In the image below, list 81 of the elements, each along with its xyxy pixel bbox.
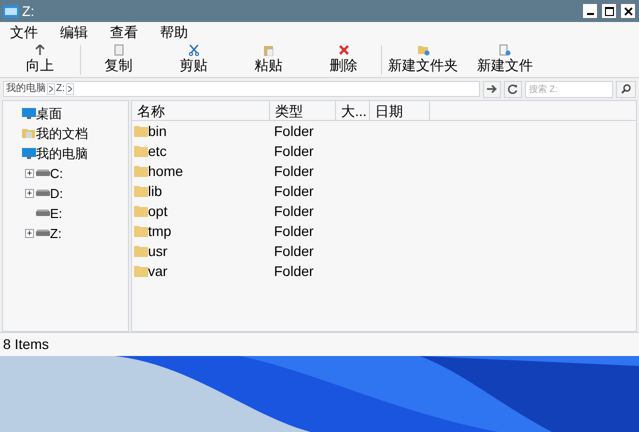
x-icon [338,44,350,56]
folder-icon [134,185,148,197]
folder-icon [134,205,148,217]
file-type: Folder [273,242,314,260]
drive-icon [36,229,50,237]
toolbar-button[interactable]: 剪贴 [156,43,231,77]
go-button[interactable] [483,80,501,98]
tree-item[interactable]: 我的文档 [36,126,88,140]
column-header[interactable]: 名称 [132,101,270,120]
monitor-icon [22,147,36,159]
menu-item[interactable]: 编辑 [60,22,88,42]
file-name[interactable]: opt [148,200,168,222]
file-type: Folder [273,122,314,140]
refresh-button[interactable] [504,80,522,98]
window-title: Z: [22,2,36,20]
toolbar-button[interactable]: 新建文件夹 [382,43,464,77]
refresh-icon [508,84,518,94]
chevron-icon[interactable] [66,83,74,95]
chevron-icon[interactable] [47,83,55,95]
tree-item[interactable]: 我的电脑 [36,146,88,160]
expand-toggle[interactable]: + [25,228,34,238]
file-name[interactable]: tmp [148,220,172,242]
tree-item[interactable]: C: [50,166,63,180]
file-type: Folder [273,262,314,280]
address-bar[interactable]: 我的电脑 Z: [3,81,480,97]
close-icon [624,6,632,16]
folder-icon [134,225,148,237]
drive-icon [36,169,50,177]
drive-icon [36,189,50,197]
maximize-icon [604,6,614,16]
column-header[interactable]: 类型 [270,101,336,120]
file-name[interactable]: home [148,160,184,182]
toolbar-button[interactable]: 新建文件 [464,43,546,77]
file-type: Folder [273,222,314,240]
folder-document-icon [22,127,36,139]
search-button[interactable] [616,80,636,98]
expand-toggle[interactable]: + [25,188,34,198]
search-icon [621,84,631,94]
file-name[interactable]: lib [148,180,162,202]
menu-item[interactable]: 帮助 [160,22,188,42]
toolbar-button[interactable]: 粘贴 [231,43,306,77]
menu-item[interactable]: 查看 [110,22,138,42]
minimize-button[interactable] [582,3,598,19]
file-name[interactable]: var [148,260,168,282]
toolbar-button[interactable]: 向上 [0,43,80,77]
scissors-icon [188,44,200,56]
file-name[interactable]: etc [148,140,167,162]
folder-icon [134,165,148,177]
breadcrumb-item[interactable]: Z: [56,84,65,94]
expand-toggle[interactable]: + [25,168,34,178]
monitor-icon [22,107,36,119]
folder-icon [134,245,148,257]
tree-item[interactable]: Z: [50,226,62,240]
up-arrow-icon [34,44,46,56]
tree-item[interactable]: 桌面 [36,106,62,120]
new-folder-icon [416,44,430,56]
search-field[interactable]: 搜索 Z: [525,80,613,98]
file-name[interactable]: usr [148,240,168,262]
status-text: 8 Items [3,335,49,354]
arrow-right-icon [487,84,497,94]
minimize-icon [586,13,594,15]
column-header[interactable]: 大... [336,101,370,120]
file-type: Folder [273,142,314,160]
tree-item[interactable]: E: [50,206,62,220]
close-button[interactable] [620,3,636,19]
app-icon [3,4,19,18]
folder-icon [134,125,148,137]
file-type: Folder [273,162,314,180]
breadcrumb-item[interactable]: 我的电脑 [6,84,46,94]
file-type: Folder [273,182,314,200]
file-type: Folder [273,202,314,220]
toolbar-button[interactable]: 复制 [81,43,156,77]
tree-item[interactable]: D: [50,186,63,200]
folder-icon [134,265,148,277]
menu-item[interactable]: 文件 [10,22,38,42]
drive-icon [36,209,50,217]
folder-icon [134,145,148,157]
maximize-button[interactable] [601,3,617,19]
toolbar-button[interactable]: 删除 [306,43,381,77]
column-header[interactable]: 日期 [370,101,430,120]
file-name[interactable]: bin [148,120,167,142]
